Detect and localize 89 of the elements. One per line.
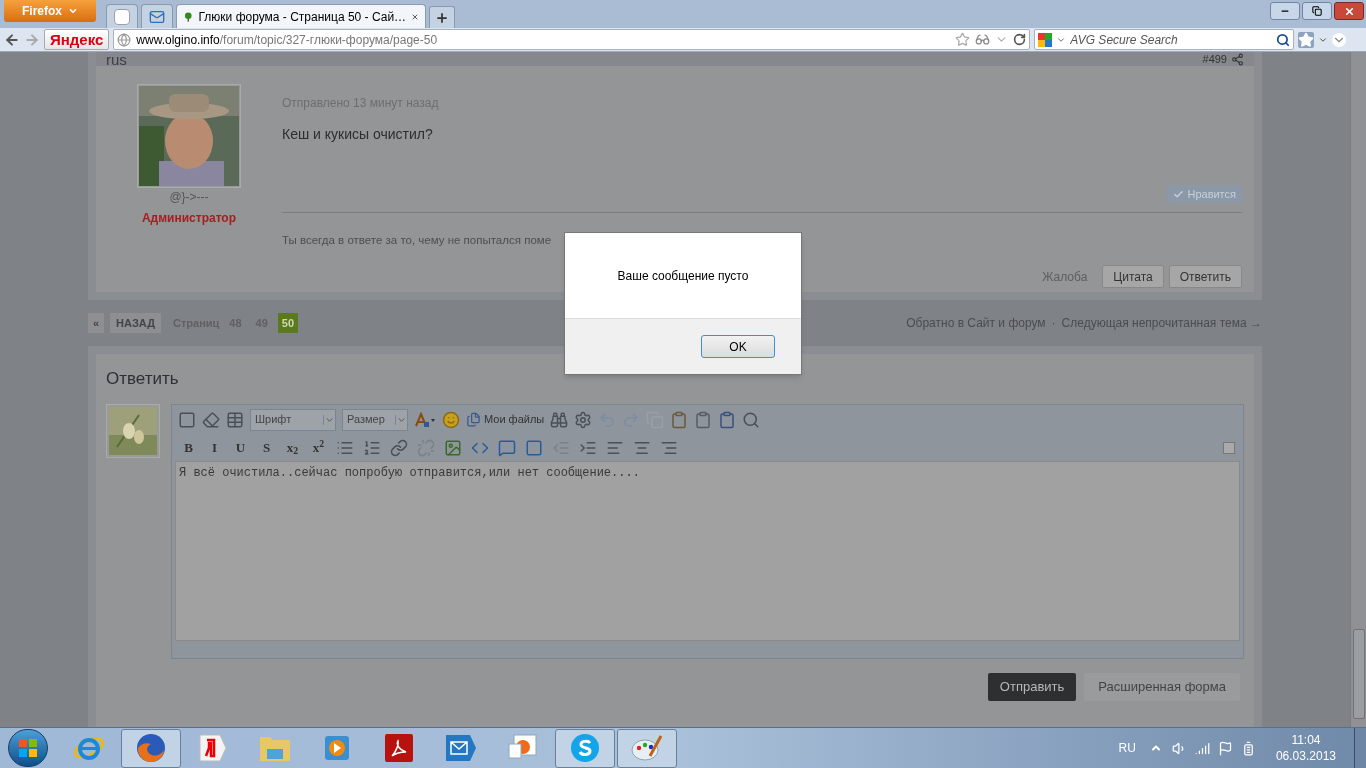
text-color-icon[interactable] [414, 411, 436, 428]
clock-time: 11:04 [1291, 732, 1321, 748]
signal-icon[interactable] [1194, 740, 1210, 756]
link-icon[interactable] [390, 438, 408, 457]
post-text: Кеш и кукисы очистил? [282, 125, 434, 144]
restore-icon [1312, 6, 1322, 16]
user-nickname: @}->--- [169, 189, 209, 206]
post-action-button[interactable]: Ответить [1168, 265, 1242, 289]
avg-logo-icon [1038, 32, 1053, 47]
windows-logo-icon [18, 738, 38, 758]
skype-icon [569, 732, 601, 764]
taskbar-app-button[interactable] [121, 728, 181, 768]
close-icon [1343, 5, 1355, 17]
paste-word-icon[interactable] [718, 410, 737, 429]
close-button[interactable] [1334, 2, 1364, 20]
caret-icon [68, 6, 78, 16]
media-player-icon [322, 733, 352, 763]
restore-button[interactable] [1302, 2, 1332, 20]
advanced-form-button[interactable]: Расширенная форма [1084, 672, 1240, 701]
browser-tab[interactable] [106, 4, 138, 28]
language-indicator[interactable]: RU [1118, 739, 1136, 757]
signature-text: Ты всегда в ответе за то, чему не попытался поме [282, 233, 552, 248]
firefox-menu-button[interactable]: Firefox [4, 0, 96, 22]
quote-icon[interactable] [498, 438, 516, 457]
user-role: Администратор [141, 210, 237, 227]
tab-title: Глюки форума - Страница 50 - Сай… [198, 8, 407, 26]
reload-icon[interactable] [1013, 33, 1027, 46]
taskbar-app-button[interactable] [555, 728, 615, 768]
flag-icon[interactable] [1217, 740, 1233, 756]
collapse-toolbar-icon[interactable] [1223, 441, 1235, 454]
mail-icon [444, 733, 478, 763]
search-bar[interactable]: AVG Secure Search [1034, 29, 1295, 50]
start-button[interactable] [8, 729, 48, 767]
post-action-button[interactable]: Цитата [1102, 265, 1164, 289]
find-icon[interactable] [550, 410, 569, 429]
format-button[interactable]: x$^{2}$ [310, 437, 327, 458]
format-button[interactable]: I [206, 437, 223, 458]
format-button[interactable]: U [232, 437, 249, 458]
search-field[interactable]: AVG Secure Search [1070, 30, 1273, 49]
check-icon [1173, 188, 1185, 200]
table-icon[interactable] [226, 410, 244, 429]
message-field[interactable]: Я всё очистила..сейчас попробую отправится,или нет сообщение.... [175, 460, 1240, 641]
emoji-icon[interactable] [442, 410, 460, 429]
firefox-icon [134, 731, 168, 765]
author-name: rus [106, 51, 127, 67]
caret-icon [323, 414, 335, 425]
scrollbar-thumb[interactable] [1352, 629, 1365, 719]
browser-tab[interactable]: Глюки форума - Страница 50 - Сай… [176, 4, 426, 28]
numbered-list-icon[interactable] [363, 438, 381, 457]
back-icon[interactable] [4, 31, 20, 48]
separator: · [1051, 315, 1056, 332]
post-number: #499 [1202, 53, 1227, 65]
globe-icon [117, 32, 132, 47]
paste-icon[interactable] [670, 410, 689, 429]
format-button[interactable]: B [180, 437, 197, 458]
bookmark-star-icon[interactable] [955, 32, 971, 47]
address-field[interactable]: www.olgino.info/forum/topic/327-глюки-форума/page-50 [113, 29, 1031, 50]
size-select[interactable]: Размер [342, 408, 408, 431]
yandex-button[interactable]: Яндекс [44, 29, 110, 50]
search-icon[interactable] [1276, 32, 1291, 47]
back-button[interactable]: НАЗАД [110, 313, 161, 333]
submit-button[interactable]: Отправить [987, 672, 1077, 701]
files-icon [466, 412, 481, 427]
eraser-icon[interactable] [202, 410, 220, 429]
taskbar-app-button[interactable] [617, 728, 677, 768]
share-icon[interactable] [1231, 52, 1244, 66]
reply-heading: Ответить [106, 368, 180, 390]
caret-icon [395, 414, 407, 425]
first-page-button[interactable]: « [88, 313, 104, 333]
clock-date: 06.03.2013 [1275, 748, 1336, 764]
glasses-icon[interactable] [975, 32, 991, 47]
browser-tab[interactable] [141, 4, 173, 28]
envelope-icon [149, 8, 165, 25]
ok-button[interactable]: OK [701, 335, 775, 358]
show-desktop-button[interactable] [1354, 728, 1366, 768]
new-tab-button[interactable] [429, 6, 455, 28]
page-link[interactable]: 50 [277, 313, 299, 333]
image-icon[interactable] [444, 438, 462, 457]
dialog-message: Ваше сообщение пусто [617, 267, 749, 285]
format-button[interactable]: S [258, 437, 275, 458]
bookmarks-icon[interactable] [1298, 31, 1315, 48]
pdf-icon [384, 733, 414, 763]
font-select[interactable]: Шрифт [250, 408, 336, 431]
paste-text-icon[interactable] [694, 410, 713, 429]
minimize-button[interactable] [1270, 2, 1300, 20]
plus-icon [435, 10, 449, 25]
my-files-button[interactable]: Мои файлы [466, 411, 545, 428]
format-button[interactable]: x$_{2}$ [284, 437, 301, 458]
menu-icon[interactable] [1332, 32, 1347, 47]
